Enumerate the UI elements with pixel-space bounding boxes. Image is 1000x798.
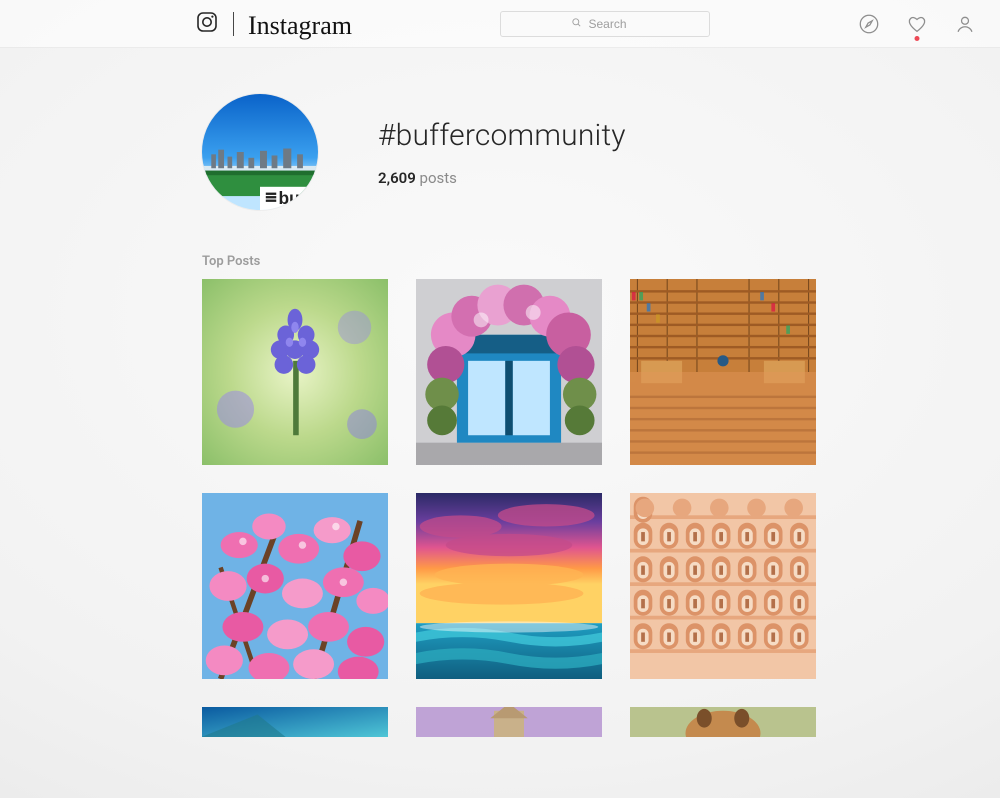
hashtag-meta: #buffercommunity 2,609 posts: [378, 118, 626, 187]
search-box[interactable]: [500, 11, 710, 37]
post-count-number: 2,609: [378, 169, 416, 187]
svg-text:bu: bu: [279, 188, 300, 208]
brand-wordmark: Instagram: [248, 13, 352, 39]
post-thumbnail[interactable]: [202, 279, 388, 465]
section-top-posts-label: Top Posts: [202, 254, 1000, 269]
post-count-label: posts: [420, 169, 457, 187]
post-thumbnail[interactable]: [416, 279, 602, 465]
nav-icons: [858, 13, 976, 35]
user-icon[interactable]: [954, 13, 976, 35]
post-thumbnail[interactable]: [630, 707, 816, 737]
post-thumbnail[interactable]: [202, 707, 388, 737]
post-count: 2,609 posts: [378, 169, 626, 187]
search-wrap: [352, 11, 858, 37]
search-input[interactable]: [588, 17, 638, 31]
post-thumbnail[interactable]: [416, 707, 602, 737]
compass-icon[interactable]: [858, 13, 880, 35]
post-thumbnail[interactable]: [630, 279, 816, 465]
activity-indicator-dot: [915, 36, 920, 41]
post-thumbnail[interactable]: [630, 493, 816, 679]
brand-lockup[interactable]: Instagram: [195, 10, 352, 38]
heart-icon[interactable]: [906, 13, 928, 35]
post-thumbnail[interactable]: [416, 493, 602, 679]
hashtag-title: #buffercommunity: [378, 118, 626, 153]
instagram-glyph-icon: [195, 10, 219, 38]
posts-grid: [202, 279, 1000, 737]
brand-divider: [233, 12, 234, 36]
hashtag-avatar: bu: [202, 94, 318, 210]
page-content: bu #buffercommunity 2,609 posts Top Post…: [0, 48, 1000, 737]
hashtag-header: bu #buffercommunity 2,609 posts: [0, 94, 1000, 210]
search-icon: [571, 17, 582, 31]
post-thumbnail[interactable]: [202, 493, 388, 679]
top-nav: Instagram: [0, 0, 1000, 48]
